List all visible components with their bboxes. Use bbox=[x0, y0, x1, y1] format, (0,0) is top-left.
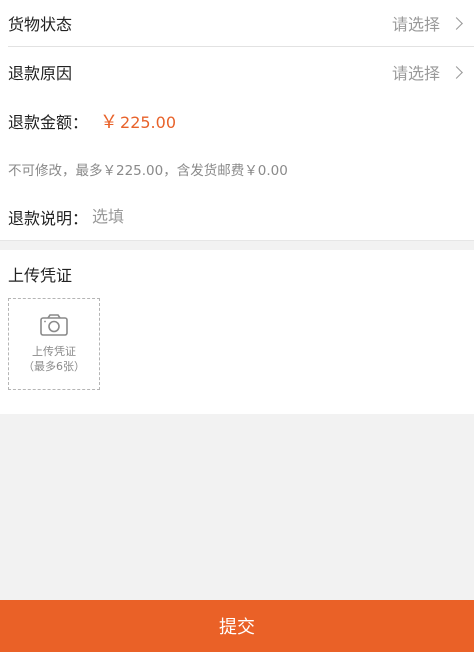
goods-status-row[interactable]: 货物状态 请选择 bbox=[0, 0, 474, 46]
goods-status-select[interactable]: 请选择 bbox=[392, 11, 466, 35]
refund-amount-row: 退款金额： ￥ 225.00 bbox=[0, 97, 474, 145]
refund-form: 货物状态 请选择 退款原因 请选择 退款金额： ￥ 225.00 不可修改，最多… bbox=[0, 0, 474, 240]
upload-box-line1: 上传凭证 bbox=[32, 345, 76, 358]
refund-reason-select[interactable]: 请选择 bbox=[392, 60, 466, 84]
camera-icon bbox=[40, 314, 68, 336]
refund-reason-label: 退款原因 bbox=[8, 64, 73, 83]
goods-status-label: 货物状态 bbox=[8, 15, 73, 34]
upload-section: 上传凭证 上传凭证 （最多6张） bbox=[0, 250, 474, 414]
refund-explain-row: 退款说明： bbox=[0, 193, 474, 240]
upload-title: 上传凭证 bbox=[8, 266, 73, 285]
upload-box-text: 上传凭证 （最多6张） bbox=[23, 344, 85, 374]
refund-amount-value: 225.00 bbox=[120, 113, 176, 132]
submit-button[interactable]: 提交 bbox=[0, 600, 474, 652]
upload-box-line2: （最多6张） bbox=[23, 360, 85, 373]
amount-hint: 不可修改，最多￥225.00，含发货邮费￥0.00 bbox=[8, 163, 288, 179]
upload-photo-button[interactable]: 上传凭证 （最多6张） bbox=[8, 298, 100, 390]
chevron-right-icon bbox=[452, 18, 462, 28]
refund-explain-label: 退款说明： bbox=[8, 208, 89, 228]
currency-symbol: ￥ bbox=[100, 112, 119, 133]
chevron-right-icon bbox=[452, 67, 462, 77]
refund-explain-input[interactable] bbox=[92, 207, 393, 226]
refund-reason-value: 请选择 bbox=[391, 64, 440, 83]
refund-page: 货物状态 请选择 退款原因 请选择 退款金额： ￥ 225.00 不可修改，最多… bbox=[0, 0, 474, 652]
goods-status-value: 请选择 bbox=[391, 15, 440, 34]
refund-amount: ￥ 225.00 bbox=[100, 108, 176, 134]
refund-reason-row[interactable]: 退款原因 请选择 bbox=[0, 47, 474, 97]
section-separator bbox=[0, 240, 474, 250]
refund-amount-label: 退款金额： bbox=[8, 113, 89, 132]
